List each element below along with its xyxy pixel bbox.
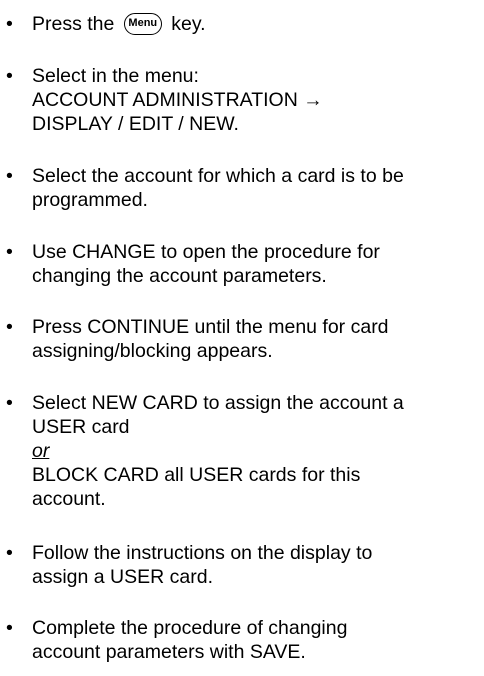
step-text-after-key: key.	[171, 13, 206, 35]
step-line: assigning/blocking appears.	[32, 340, 273, 362]
step-line: Follow the instructions on the display t…	[32, 542, 373, 564]
step-line: USER card	[32, 416, 130, 438]
step-line: account parameters with SAVE.	[32, 641, 306, 663]
step-text: Follow the instructions on the display t…	[32, 541, 482, 589]
step-text: Select in the menu: ACCOUNT ADMINISTRATI…	[32, 64, 482, 136]
step-line: BLOCK CARD all USER cards for this	[32, 464, 361, 486]
bullet: •	[6, 165, 13, 187]
step-line: Select in the menu:	[32, 65, 199, 87]
bullet: •	[6, 617, 13, 639]
step-line: Select NEW CARD to assign the account a	[32, 392, 404, 414]
step-text: Press CONTINUE until the menu for card a…	[32, 315, 482, 363]
step-line: Complete the procedure of changing	[32, 617, 348, 639]
bullet: •	[6, 392, 13, 414]
or-separator: or	[32, 440, 50, 462]
step-line: Use CHANGE to open the procedure for	[32, 241, 380, 263]
step-line: assign a USER card.	[32, 566, 213, 588]
bullet: •	[6, 542, 13, 564]
step-text: Select the account for which a card is t…	[32, 164, 482, 212]
step-line: changing the account parameters.	[32, 265, 327, 287]
bullet: •	[6, 241, 13, 263]
step-line: Select the account for which a card is t…	[32, 165, 404, 187]
bullet: •	[6, 13, 13, 35]
step-line: DISPLAY / EDIT / NEW.	[32, 113, 239, 135]
step-line: Press CONTINUE until the menu for card	[32, 316, 389, 338]
step-line: programmed.	[32, 189, 148, 211]
step-text: Complete the procedure of changing accou…	[32, 616, 482, 664]
step-line: account.	[32, 488, 106, 510]
step-text: Use CHANGE to open the procedure for cha…	[32, 240, 482, 288]
menu-key-icon: Menu	[123, 13, 162, 35]
step-line: ACCOUNT ADMINISTRATION →	[32, 89, 323, 111]
bullet: •	[6, 65, 13, 87]
instruction-list: • Press the Menu key. • Select in the me…	[0, 0, 484, 676]
bullet: •	[6, 316, 13, 338]
step-text: Select NEW CARD to assign the account a …	[32, 391, 482, 511]
step-text-before-key: Press the	[32, 13, 115, 35]
step-text: Press the Menu key.	[32, 12, 482, 36]
